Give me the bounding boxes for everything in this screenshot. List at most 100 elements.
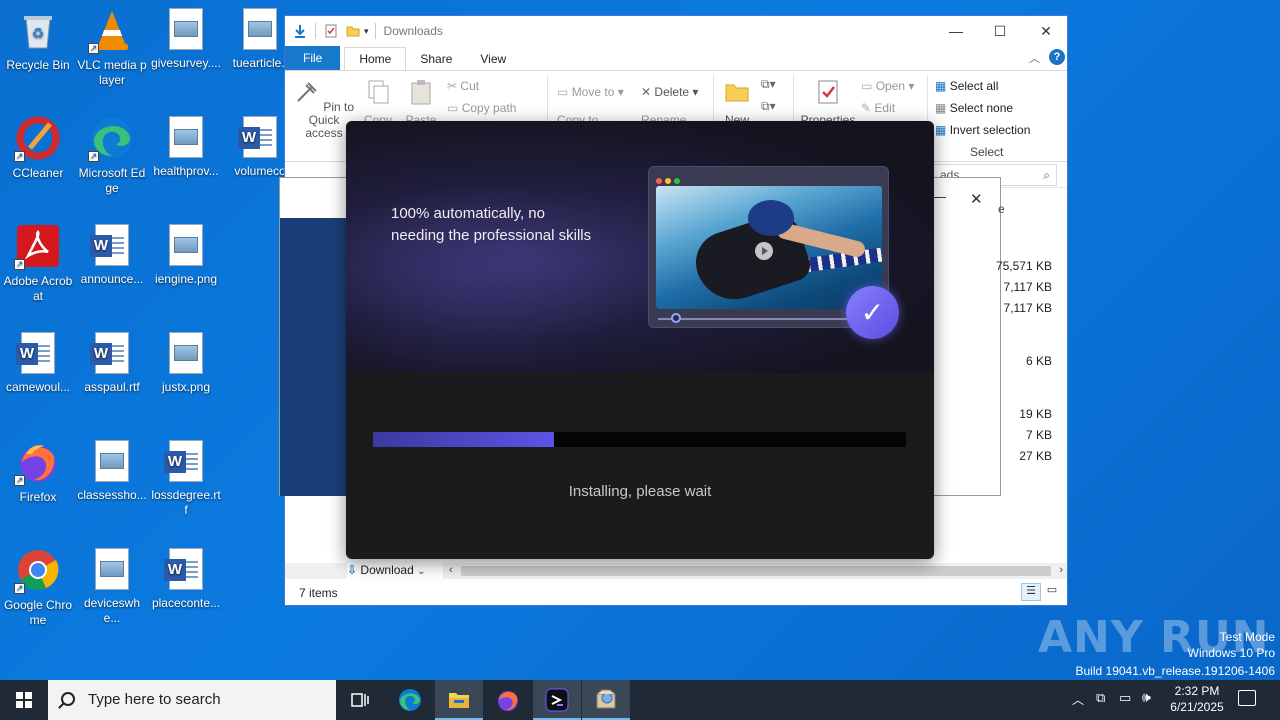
desktop-icon-label: Recycle Bin <box>6 58 70 72</box>
paste-button[interactable]: Paste <box>403 79 439 127</box>
select-none-button[interactable]: ▦ Select none <box>935 101 1013 115</box>
image-file-icon <box>95 440 129 482</box>
desktop-icon-placeconte[interactable]: W placeconte... <box>148 542 224 611</box>
desktop-icon-microsoft-edge[interactable]: ↗ Microsoft Edge <box>74 110 150 196</box>
scroll-right-icon[interactable]: › <box>1059 564 1063 576</box>
nav-pane-downloads[interactable]: ⇩ Download ⌄ <box>347 561 443 579</box>
desktop-icon-recycle-bin[interactable]: ♻ Recycle Bin <box>0 2 76 73</box>
windows-logo-icon <box>16 692 32 708</box>
tab-share[interactable]: Share <box>406 48 466 70</box>
help-icon[interactable]: ? <box>1049 49 1065 65</box>
maximize-button[interactable]: ☐ <box>977 16 1023 46</box>
tray-overflow-chevron-icon[interactable]: ︿ <box>1072 691 1084 708</box>
close-button[interactable]: ✕ <box>1023 16 1069 46</box>
tab-file[interactable]: File <box>285 46 341 70</box>
image-file-icon <box>243 8 277 50</box>
new-item-icon[interactable]: ⧉▾ <box>761 77 776 92</box>
installer-window: 100% automatically, no needing the profe… <box>346 121 934 559</box>
edit-button[interactable]: ✎ Edit <box>861 101 895 115</box>
open-button[interactable]: ▭ Open ▾ <box>861 79 914 93</box>
edge-icon <box>399 689 421 711</box>
firefox-icon <box>498 691 518 711</box>
download-arrow-icon <box>295 25 305 38</box>
new-folder-quick-icon[interactable] <box>346 24 360 38</box>
network-icon[interactable]: ▭ <box>1119 690 1131 706</box>
word-document-icon: W <box>16 332 55 374</box>
task-view-button[interactable] <box>336 680 384 720</box>
select-all-button[interactable]: ▦ Select all <box>935 79 998 93</box>
taskbar-edge[interactable] <box>386 680 434 720</box>
desktop-icon-healthprov[interactable]: healthprov... <box>148 110 224 179</box>
taskbar-search-box[interactable]: Type here to search <box>48 680 336 720</box>
desktop-icon-iengine[interactable]: iengine.png <box>148 218 224 287</box>
tab-view[interactable]: View <box>466 48 520 70</box>
taskbar-clock[interactable]: 2:32 PM 6/21/2025 <box>1166 683 1228 715</box>
properties-icon <box>818 80 838 104</box>
easy-access-icon[interactable]: ⧉▾ <box>761 99 776 114</box>
minimize-button[interactable]: — <box>933 16 979 46</box>
delete-x-icon: ✕ <box>641 85 652 99</box>
new-folder-icon <box>725 84 749 102</box>
desktop-icon-ccleaner[interactable]: ↗ CCleaner <box>0 110 76 181</box>
desktop-icon-firefox[interactable]: ↗ Firefox <box>0 434 76 505</box>
download-arrow-icon: ⇩ <box>347 563 358 577</box>
scissors-icon: ✂ <box>447 79 458 93</box>
item-count: 7 items <box>299 586 338 600</box>
taskbar-setup-app[interactable] <box>582 680 630 720</box>
desktop-icon-classessho[interactable]: classessho... <box>74 434 150 503</box>
install-progress-bar <box>373 432 906 447</box>
desktop-icon-vlc[interactable]: ↗ VLC media player <box>74 2 150 88</box>
taskbar-installer-app[interactable] <box>533 680 581 720</box>
properties-quick-icon[interactable] <box>324 24 338 38</box>
recycle-bin-icon: ♻ <box>16 8 60 52</box>
notifications-icon[interactable] <box>1238 690 1256 706</box>
taskbar-file-explorer[interactable] <box>435 680 483 720</box>
paste-icon <box>411 80 431 105</box>
dialog-close-icon[interactable]: ✕ <box>970 190 983 208</box>
install-progress-fill <box>373 432 555 447</box>
taskbar-firefox[interactable] <box>484 680 532 720</box>
desktop-icon-justx[interactable]: justx.png <box>148 326 224 395</box>
search-icon: ⌕ <box>1043 168 1050 182</box>
large-icons-view-icon[interactable]: ▭ <box>1043 583 1061 601</box>
quick-access-dropdown-icon[interactable]: ▾ <box>364 26 369 37</box>
expand-chevron-icon[interactable]: ⌄ <box>417 566 425 577</box>
new-folder-button[interactable]: New <box>721 79 753 127</box>
select-none-icon: ▦ <box>935 101 947 115</box>
desktop-icon-lossdegree[interactable]: W lossdegree.rtf <box>148 434 224 518</box>
image-file-icon <box>169 224 203 266</box>
desktop-icon-google-chrome[interactable]: ↗ Google Chrome <box>0 542 76 628</box>
desktop-icon-deviceswhe[interactable]: deviceswhe... <box>74 542 150 626</box>
installer-banner: 100% automatically, no needing the profe… <box>346 121 934 381</box>
invert-selection-icon: ▦ <box>935 123 947 137</box>
copy-button[interactable]: Copy <box>361 79 395 127</box>
tab-home[interactable]: Home <box>344 47 407 70</box>
window-title: Downloads <box>383 24 443 38</box>
details-view-icon[interactable]: ☰ <box>1021 583 1041 601</box>
invert-selection-button[interactable]: ▦ Invert selection <box>935 123 1030 137</box>
move-to-button[interactable]: ▭ Move to ▾ <box>557 85 624 99</box>
word-document-icon: W <box>90 224 129 266</box>
copy-path-button[interactable]: ▭ Copy path <box>447 101 516 115</box>
start-button[interactable] <box>0 680 48 720</box>
scroll-left-icon[interactable]: ‹ <box>449 564 453 576</box>
properties-button[interactable]: Properties <box>799 79 857 127</box>
shortcut-arrow-icon: ↗ <box>88 43 99 54</box>
file-explorer-icon <box>449 693 469 708</box>
dialog-minimize-icon[interactable]: — <box>932 188 946 204</box>
collapse-ribbon-icon[interactable]: ︿ <box>1029 50 1040 66</box>
volume-icon[interactable]: 🕪 <box>1142 689 1151 706</box>
word-document-icon: W <box>164 548 203 590</box>
firefox-icon: ↗ <box>14 440 60 486</box>
desktop-icon-label: camewoul... <box>5 380 71 394</box>
desktop-icon-givesurvey[interactable]: givesurvey.... <box>148 2 224 71</box>
desktop-icon-label: asspaul.rtf <box>84 380 140 394</box>
desktop-icon-label: lossdegree.rtf <box>151 488 221 517</box>
desktop-icon-asspaul[interactable]: W asspaul.rtf <box>74 326 150 395</box>
desktop-icon-adobe-acrobat[interactable]: ↗ Adobe Acrobat <box>0 218 76 304</box>
desktop-icon-announce[interactable]: W announce... <box>74 218 150 287</box>
delete-button[interactable]: ✕ Delete ▾ <box>641 85 698 99</box>
tray-app-icon[interactable]: ⧉ <box>1096 690 1105 706</box>
cut-button[interactable]: ✂ Cut <box>447 79 479 93</box>
desktop-icon-camewoul[interactable]: W camewoul... <box>0 326 76 395</box>
